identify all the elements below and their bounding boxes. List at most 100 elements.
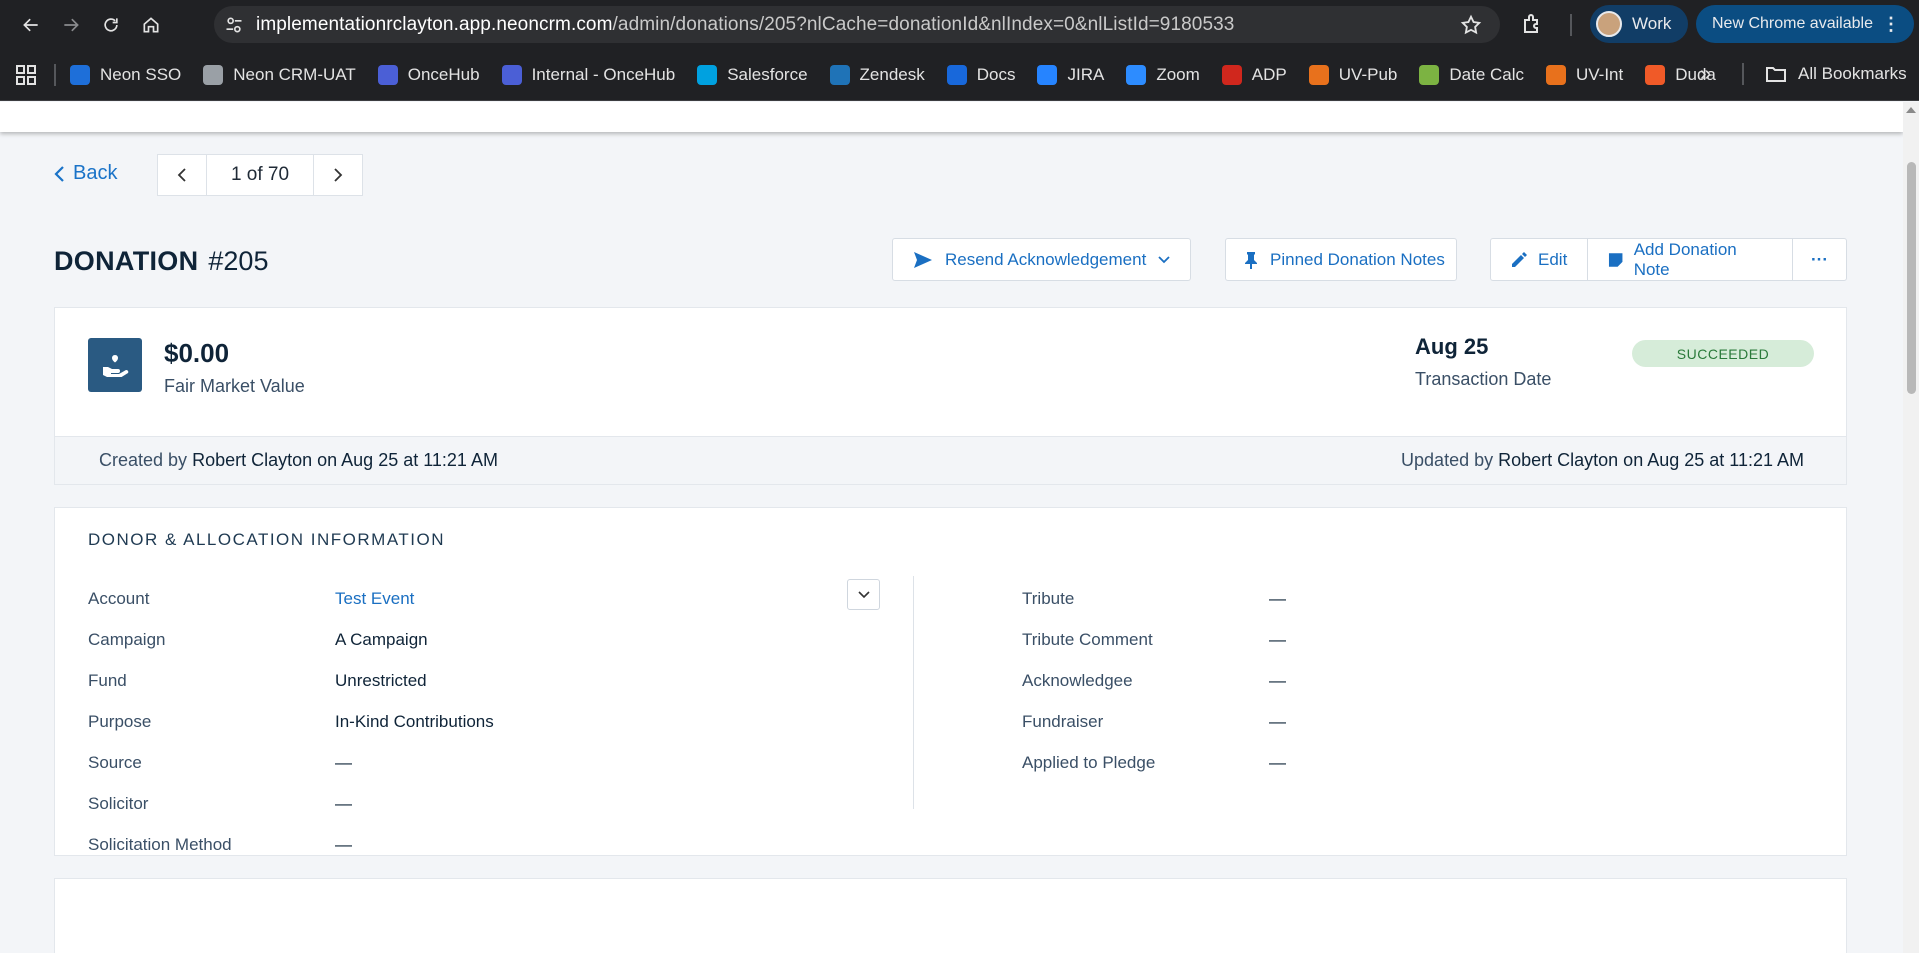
field-label: Applied to Pledge	[1022, 752, 1156, 772]
bookmark-item[interactable]: Neon SSO	[70, 64, 181, 85]
status-badge: SUCCEEDED	[1632, 340, 1814, 367]
field-row: Campaign A Campaign	[88, 619, 738, 660]
back-link[interactable]: Back	[53, 162, 117, 185]
site-settings-icon[interactable]	[224, 15, 244, 35]
url-path: /admin/donations/205?nlCache=donationId&…	[612, 13, 1235, 35]
audit-footer: Created by Robert Clayton on Aug 25 at 1…	[55, 436, 1846, 484]
resend-acknowledgement-button[interactable]: Resend Acknowledgement	[892, 238, 1191, 281]
updated-prefix: Updated by	[1401, 450, 1494, 470]
bookmarks-divider	[54, 63, 56, 86]
bookmark-item[interactable]: OnceHub	[377, 64, 480, 85]
account-link[interactable]: Test Event	[335, 589, 414, 609]
pinned-label: Pinned Donation Notes	[1270, 249, 1445, 269]
more-actions-button[interactable]: ···	[1793, 239, 1846, 280]
bookmark-item[interactable]: Docs	[946, 64, 1015, 85]
all-bookmarks-button[interactable]: All Bookmarks	[1764, 62, 1907, 86]
field-label: Tribute Comment	[1022, 629, 1153, 649]
bookmark-item[interactable]: ADP	[1221, 64, 1287, 85]
reload-icon[interactable]	[91, 5, 131, 45]
bookmark-list: Neon SSO Neon CRM-UAT OnceHub Internal - On…	[70, 64, 1738, 85]
bookmark-item[interactable]: Neon CRM-UAT	[203, 64, 356, 85]
title-record-number: #205	[208, 246, 269, 276]
edit-label: Edit	[1538, 249, 1568, 269]
toolbar-divider	[1570, 14, 1572, 36]
bookmark-favicon-icon	[1126, 64, 1147, 85]
bookmarks-divider-right	[1742, 63, 1744, 85]
page-scrollbar[interactable]	[1903, 102, 1919, 953]
add-donation-note-button[interactable]: Add Donation Note	[1588, 239, 1794, 280]
bookmark-favicon-icon	[946, 64, 967, 85]
bookmark-label: Neon CRM-UAT	[233, 64, 356, 84]
field-row: Solicitation Method —	[88, 824, 738, 865]
title-record-type: DONATION	[54, 246, 199, 276]
bookmark-item[interactable]: Internal - OnceHub	[501, 64, 676, 85]
transaction-date: Aug 25	[1415, 334, 1489, 359]
resend-label: Resend Acknowledgement	[945, 249, 1147, 269]
bookmark-item[interactable]: Salesforce	[697, 64, 808, 85]
more-bookmarks-icon[interactable]: »	[1700, 63, 1711, 86]
bookmark-favicon-icon	[697, 64, 718, 85]
bookmark-item[interactable]: Date Calc	[1419, 64, 1524, 85]
field-row: Tribute —	[1022, 578, 1422, 619]
field-row: Fundraiser —	[1022, 701, 1422, 742]
next-section-card	[54, 878, 1847, 953]
extensions-icon[interactable]	[1520, 12, 1544, 36]
bookmark-favicon-icon	[1546, 64, 1566, 85]
address-bar[interactable]: implementationrclayton.app.neoncrm.com/a…	[214, 6, 1500, 43]
bookmark-label: Zendesk	[859, 64, 925, 84]
previous-record-button[interactable]	[158, 155, 206, 195]
update-chrome-button[interactable]: New Chrome available ⋮	[1696, 5, 1914, 43]
bookmark-item[interactable]: UV-Int	[1546, 64, 1623, 85]
field-label: Tribute	[1022, 588, 1075, 608]
next-record-button[interactable]	[314, 155, 362, 195]
forward-arrow-icon[interactable]	[51, 5, 91, 45]
scrollbar-thumb[interactable]	[1907, 162, 1916, 394]
url-host: implementationrclayton.app.neoncrm.com	[256, 13, 613, 35]
folder-icon	[1766, 67, 1786, 82]
field-value: In-Kind Contributions	[335, 711, 494, 731]
field-label: Account	[88, 588, 150, 608]
bookmark-item[interactable]: UV-Pub	[1308, 64, 1397, 85]
all-bookmarks-label: All Bookmarks	[1798, 64, 1907, 83]
field-label: Campaign	[88, 629, 166, 649]
home-icon[interactable]	[131, 5, 171, 45]
pinned-donation-notes-button[interactable]: Pinned Donation Notes	[1225, 238, 1457, 281]
bookmark-favicon-icon	[70, 64, 90, 85]
more-actions-icon: ···	[1811, 249, 1828, 269]
back-arrow-icon[interactable]	[11, 5, 51, 45]
app-header-strip	[0, 102, 1903, 132]
bookmark-favicon-icon	[501, 64, 522, 85]
pin-icon	[1245, 251, 1257, 269]
section-title: DONOR & ALLOCATION INFORMATION	[88, 530, 446, 549]
field-value: —	[335, 752, 352, 772]
field-row: Applied to Pledge —	[1022, 742, 1422, 783]
field-value: —	[1269, 629, 1286, 649]
apps-grid-icon[interactable]	[14, 63, 38, 87]
send-icon	[914, 251, 932, 268]
field-label: Purpose	[88, 711, 152, 731]
profile-button[interactable]: Work	[1590, 5, 1688, 43]
profile-label: Work	[1632, 14, 1672, 33]
avatar	[1596, 11, 1622, 37]
bookmark-favicon-icon	[1419, 64, 1440, 85]
bookmark-label: Salesforce	[727, 64, 808, 84]
bookmark-item[interactable]: Zoom	[1126, 64, 1200, 85]
bookmark-label: Zoom	[1156, 64, 1200, 84]
field-label: Fund	[88, 670, 127, 690]
edit-button[interactable]: Edit	[1491, 239, 1589, 280]
field-row: Fund Unrestricted	[88, 660, 738, 701]
field-value: —	[1269, 670, 1286, 690]
bookmark-star-icon[interactable]	[1460, 14, 1482, 36]
record-pager: 1 of 70	[157, 154, 363, 196]
transaction-date-label: Transaction Date	[1415, 369, 1552, 389]
donation-amount: $0.00	[164, 338, 230, 368]
field-value: A Campaign	[335, 629, 428, 649]
kebab-menu-icon[interactable]: ⋮	[1882, 14, 1900, 35]
bookmark-item[interactable]: JIRA	[1037, 64, 1104, 85]
account-expand-button[interactable]	[847, 579, 880, 610]
note-icon	[1609, 252, 1623, 267]
bookmark-label: Internal - OnceHub	[531, 64, 676, 84]
scroll-up-icon[interactable]	[1906, 107, 1916, 113]
record-actions-group: Edit Add Donation Note ···	[1490, 238, 1847, 281]
bookmark-item[interactable]: Zendesk	[829, 64, 925, 85]
